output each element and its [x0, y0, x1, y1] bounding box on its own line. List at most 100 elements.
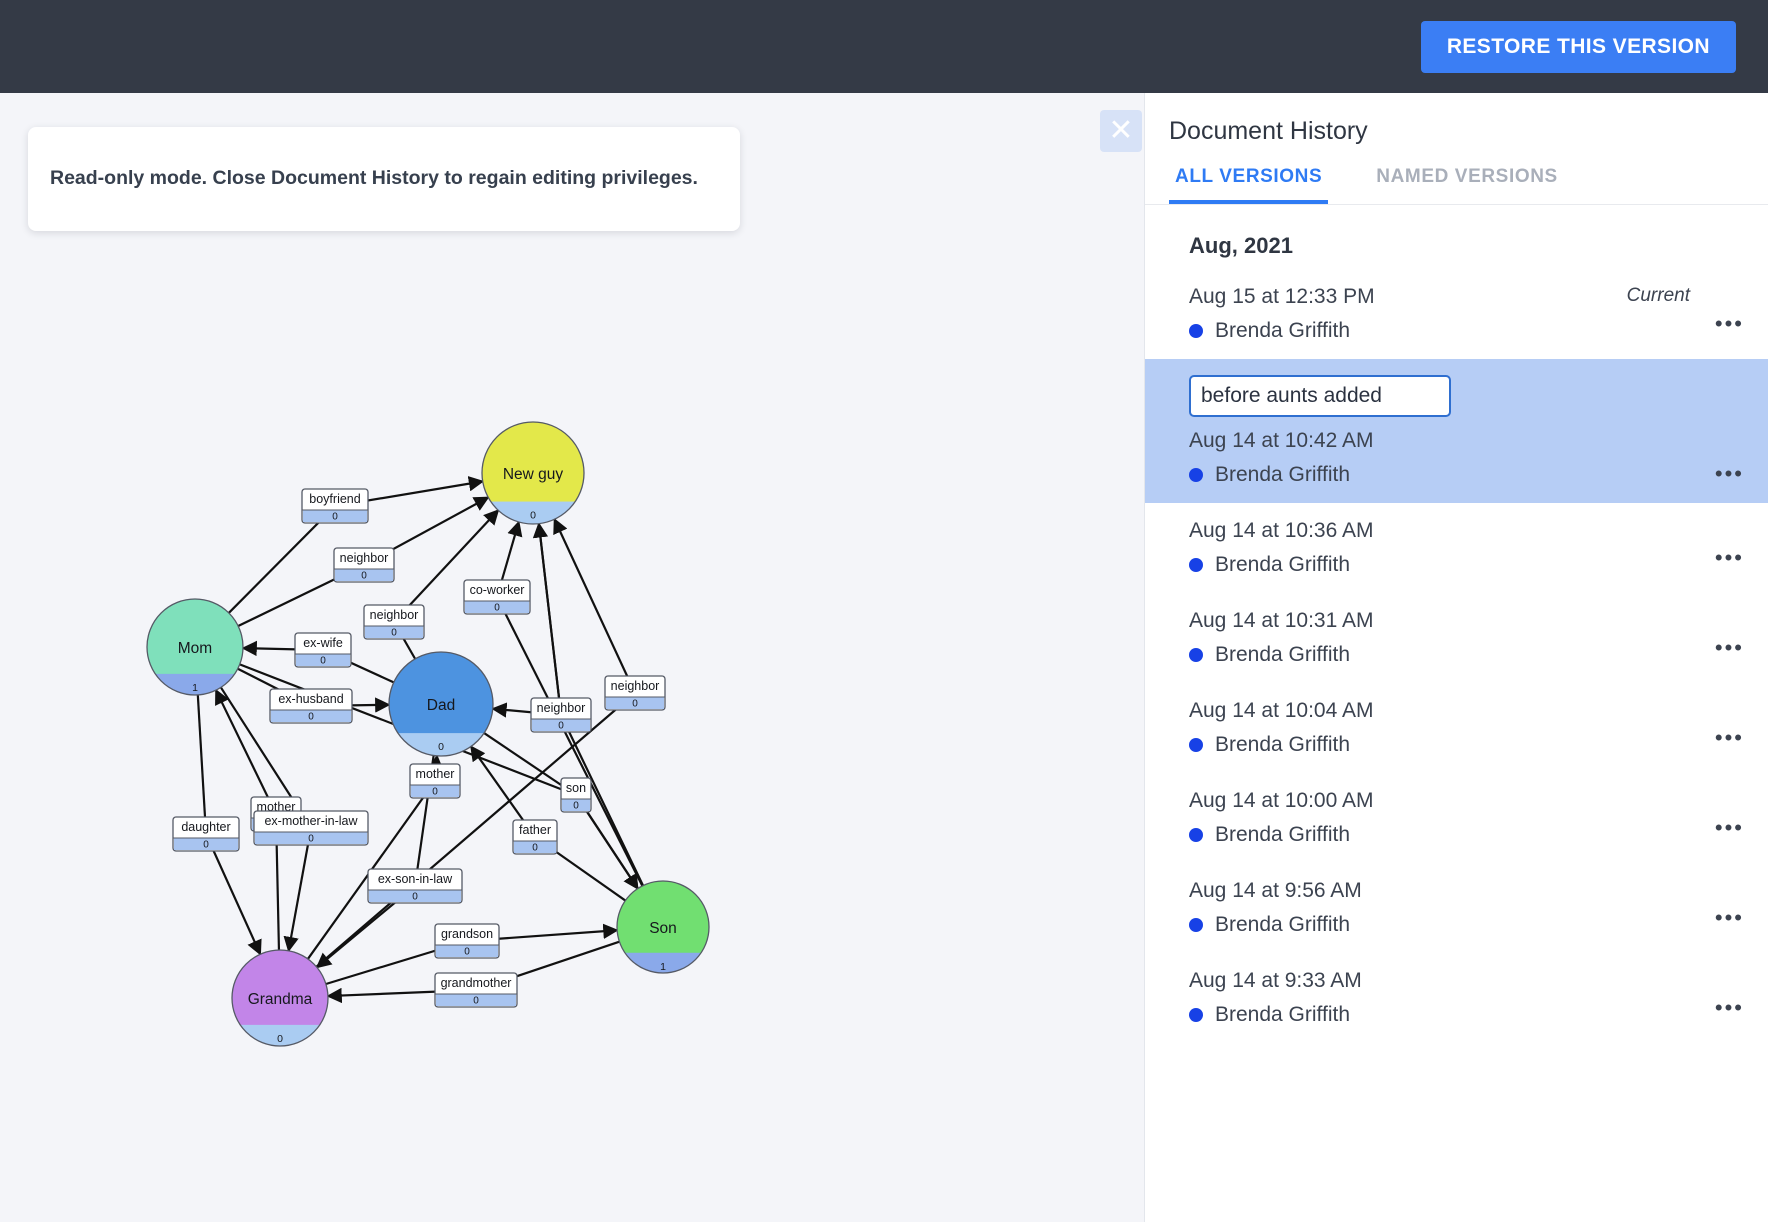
edge-label-text: ex-wife — [303, 636, 343, 650]
edge-label-count: 0 — [308, 712, 314, 723]
version-author: Brenda Griffith — [1189, 319, 1744, 343]
edge-label-count: 0 — [464, 947, 470, 958]
restore-this-version-button[interactable]: RESTORE THIS VERSION — [1420, 20, 1736, 73]
graph-node[interactable]: New guy 0 — [481, 421, 585, 553]
edge-label-text: mother — [416, 767, 455, 781]
edge-label-text: co-worker — [470, 583, 525, 597]
edge-label-text: neighbor — [340, 551, 389, 565]
edge-label-count: 0 — [332, 512, 338, 523]
version-author: Brenda Griffith — [1189, 643, 1744, 667]
edge-label-count: 0 — [391, 628, 397, 639]
node-count: 1 — [192, 682, 198, 694]
edge-label[interactable]: mother 0 — [409, 763, 461, 799]
version-row[interactable]: Aug 14 at 10:31 AM Brenda Griffith ••• — [1145, 593, 1768, 683]
edge-label[interactable]: ex-husband 0 — [269, 688, 353, 724]
author-color-dot — [1189, 558, 1203, 572]
node-count: 0 — [277, 1033, 283, 1045]
version-timestamp: Aug 14 at 10:42 AM — [1189, 429, 1374, 452]
version-author: Brenda Griffith — [1189, 823, 1744, 847]
author-color-dot — [1189, 1008, 1203, 1022]
version-author: Brenda Griffith — [1189, 913, 1744, 937]
edge-label-count: 0 — [494, 603, 500, 614]
edge-label[interactable]: son 0 — [560, 777, 592, 813]
tab-all-versions[interactable]: ALL VERSIONS — [1169, 166, 1329, 204]
relationship-graph[interactable]: boyfriend0neighbor0co-worker0neighbor0ex… — [0, 93, 1288, 1222]
edge-label-text: neighbor — [537, 701, 586, 715]
close-icon[interactable]: ✕ — [1100, 110, 1142, 152]
edge-label-text: ex-mother-in-law — [264, 814, 358, 828]
readonly-notice-text: Read-only mode. Close Document History t… — [50, 167, 698, 190]
tab-named-versions[interactable]: NAMED VERSIONS — [1370, 166, 1564, 204]
edge-label[interactable]: boyfriend 0 — [301, 488, 369, 524]
version-overflow-menu-icon[interactable]: ••• — [1715, 907, 1744, 929]
graph-edge[interactable] — [204, 833, 262, 956]
graph-edge[interactable] — [553, 517, 636, 694]
edge-label-count: 0 — [558, 721, 564, 732]
current-version-badge: Current — [1626, 285, 1690, 306]
edge-label[interactable]: ex-wife 0 — [294, 632, 352, 668]
graph-node[interactable]: Mom 1 — [146, 598, 244, 722]
version-row[interactable]: Aug 14 at 10:04 AM Brenda Griffith ••• — [1145, 683, 1768, 773]
graph-canvas[interactable]: boyfriend 0 neighbor 0 co-worker 0 neighbor 0 ex… — [0, 93, 1288, 1222]
author-color-dot — [1189, 468, 1203, 482]
version-timestamp: Aug 14 at 10:36 AM — [1189, 519, 1374, 542]
version-overflow-menu-icon[interactable]: ••• — [1715, 463, 1744, 485]
version-row[interactable]: Aug 14 at 9:33 AM Brenda Griffith ••• — [1145, 953, 1768, 1043]
edge-label[interactable]: neighbor 0 — [333, 547, 395, 583]
graph-node[interactable]: Grandma 0 — [231, 949, 329, 1073]
edge-label-count: 0 — [320, 656, 326, 667]
edge-label[interactable]: co-worker 0 — [463, 579, 531, 615]
author-color-dot — [1189, 648, 1203, 662]
edge-label-count: 0 — [573, 801, 579, 812]
version-author-name: Brenda Griffith — [1215, 1003, 1351, 1026]
version-timestamp: Aug 14 at 10:04 AM — [1189, 699, 1374, 722]
edge-label[interactable]: neighbor 0 — [363, 604, 425, 640]
version-timestamp: Aug 14 at 9:33 AM — [1189, 969, 1362, 992]
month-header: Aug, 2021 — [1189, 233, 1293, 258]
edge-label[interactable]: ex-mother-in-law 0 — [253, 810, 369, 846]
edge-label-text: son — [566, 781, 586, 795]
edge-label[interactable]: ex-son-in-law 0 — [367, 868, 463, 904]
edge-label-text: boyfriend — [309, 492, 360, 506]
edge-label-count: 0 — [632, 699, 638, 710]
graph-edge[interactable] — [196, 694, 208, 835]
version-list: Aug 15 at 12:33 PM Brenda Griffith Current… — [1145, 269, 1768, 1043]
version-row[interactable]: Aug 15 at 12:33 PM Brenda Griffith Current… — [1145, 269, 1768, 359]
panel-title: Document History — [1169, 117, 1368, 145]
node-count: 0 — [438, 741, 444, 753]
version-author: Brenda Griffith — [1189, 1003, 1744, 1027]
edge-label-count: 0 — [432, 787, 438, 798]
version-overflow-menu-icon[interactable]: ••• — [1715, 313, 1744, 335]
version-overflow-menu-icon[interactable]: ••• — [1715, 997, 1744, 1019]
version-name-input[interactable] — [1189, 375, 1451, 417]
edge-label[interactable]: neighbor 0 — [530, 697, 592, 733]
version-row[interactable]: Aug 14 at 10:36 AM Brenda Griffith ••• — [1145, 503, 1768, 593]
graph-edge[interactable] — [283, 827, 313, 953]
top-toolbar: RESTORE THIS VERSION — [0, 0, 1768, 93]
edge-label[interactable]: daughter 0 — [172, 816, 240, 852]
node-label: New guy — [503, 466, 564, 483]
version-overflow-menu-icon[interactable]: ••• — [1715, 637, 1744, 659]
edge-label-count: 0 — [308, 834, 314, 845]
version-author-name: Brenda Griffith — [1215, 463, 1351, 486]
version-overflow-menu-icon[interactable]: ••• — [1715, 547, 1744, 569]
version-author-name: Brenda Griffith — [1215, 823, 1351, 846]
edge-label-text: grandson — [441, 927, 493, 941]
version-author: Brenda Griffith — [1189, 463, 1744, 487]
version-timestamp: Aug 14 at 10:00 AM — [1189, 789, 1374, 812]
edge-label-text: neighbor — [370, 608, 419, 622]
version-row[interactable]: Aug 14 at 10:42 AM Brenda Griffith ••• — [1145, 359, 1768, 503]
version-timestamp: Aug 14 at 10:31 AM — [1189, 609, 1374, 632]
edge-label[interactable]: grandmother 0 — [434, 972, 518, 1008]
version-overflow-menu-icon[interactable]: ••• — [1715, 817, 1744, 839]
version-overflow-menu-icon[interactable]: ••• — [1715, 727, 1744, 749]
edge-label[interactable]: grandson 0 — [434, 923, 500, 959]
version-row[interactable]: Aug 14 at 10:00 AM Brenda Griffith ••• — [1145, 773, 1768, 863]
graph-node[interactable]: Son 1 — [616, 880, 710, 999]
readonly-notice-card: Read-only mode. Close Document History t… — [28, 127, 740, 231]
version-row[interactable]: Aug 14 at 9:56 AM Brenda Griffith ••• — [1145, 863, 1768, 953]
edge-label[interactable]: neighbor 0 — [604, 675, 666, 711]
author-color-dot — [1189, 828, 1203, 842]
edge-label[interactable]: father 0 — [512, 819, 558, 855]
graph-edge[interactable] — [214, 688, 277, 815]
